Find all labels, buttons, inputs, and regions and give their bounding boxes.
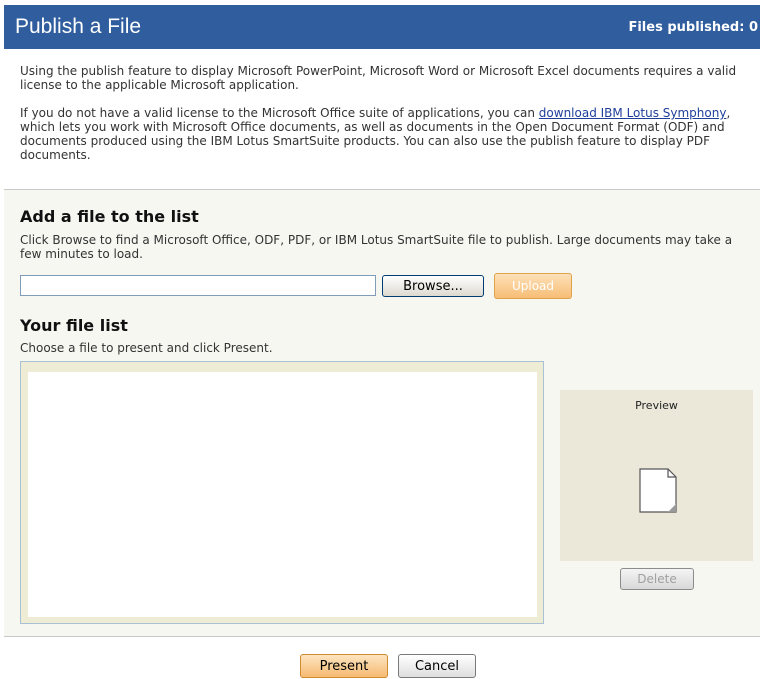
- symphony-note-start: If you do not have a valid license to th…: [20, 106, 539, 120]
- document-icon: [639, 468, 677, 513]
- symphony-note: If you do not have a valid license to th…: [20, 106, 756, 162]
- browse-button[interactable]: Browse...: [382, 275, 484, 297]
- file-list[interactable]: [28, 372, 537, 617]
- dialog-header: Publish a File Files published: 0: [4, 5, 760, 49]
- file-path-input[interactable]: [20, 275, 376, 296]
- intro-text: Using the publish feature to display Mic…: [20, 64, 756, 162]
- dialog-title: Publish a File: [15, 15, 142, 38]
- license-note: Using the publish feature to display Mic…: [20, 64, 737, 92]
- cancel-button[interactable]: Cancel: [398, 654, 476, 678]
- present-button[interactable]: Present: [300, 654, 388, 678]
- delete-button[interactable]: Delete: [620, 568, 694, 590]
- file-list-heading: Your file list: [20, 316, 128, 335]
- add-file-description: Click Browse to find a Microsoft Office,…: [20, 233, 733, 261]
- file-list-frame: [20, 361, 544, 624]
- bottom-divider: [4, 636, 760, 637]
- add-file-heading: Add a file to the list: [20, 207, 199, 226]
- file-list-description: Choose a file to present and click Prese…: [20, 341, 273, 355]
- preview-label: Preview: [635, 399, 678, 412]
- files-published-count: Files published: 0: [628, 20, 758, 35]
- preview-panel: Preview: [560, 390, 753, 561]
- upload-button[interactable]: Upload: [494, 273, 572, 299]
- download-symphony-link[interactable]: download IBM Lotus Symphony: [539, 106, 727, 120]
